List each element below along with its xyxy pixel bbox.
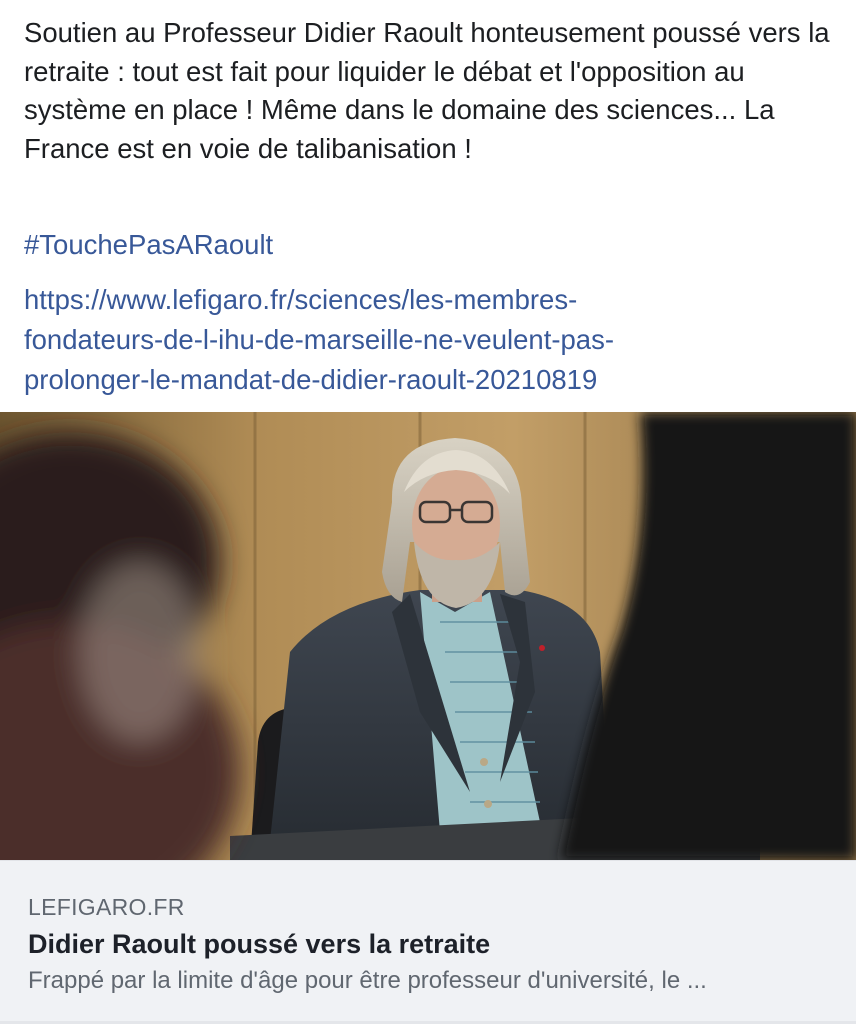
url-line: fondateurs-de-l-ihu-de-marseille-ne-veul… — [24, 324, 614, 355]
hashtag-link[interactable]: #TouchePasARaoult — [24, 226, 273, 264]
article-photo[interactable] — [0, 412, 856, 860]
post-text: Soutien au Professeur Didier Raoult hont… — [24, 17, 830, 164]
link-preview-card[interactable]: LEFIGARO.FR Didier Raoult poussé vers la… — [0, 860, 856, 1023]
facebook-post: Soutien au Professeur Didier Raoult hont… — [0, 0, 856, 1024]
card-domain: LEFIGARO.FR — [28, 894, 185, 920]
photo-illustration — [0, 412, 856, 860]
article-url-link[interactable]: https://www.lefigaro.fr/sciences/les-mem… — [24, 280, 824, 400]
card-title: Didier Raoult poussé vers la retraite — [28, 929, 491, 959]
card-description: Frappé par la limite d'âge pour être pro… — [28, 967, 707, 994]
url-line: prolonger-le-mandat-de-didier-raoult-202… — [24, 364, 598, 395]
url-line: https://www.lefigaro.fr/sciences/les-mem… — [24, 284, 578, 315]
